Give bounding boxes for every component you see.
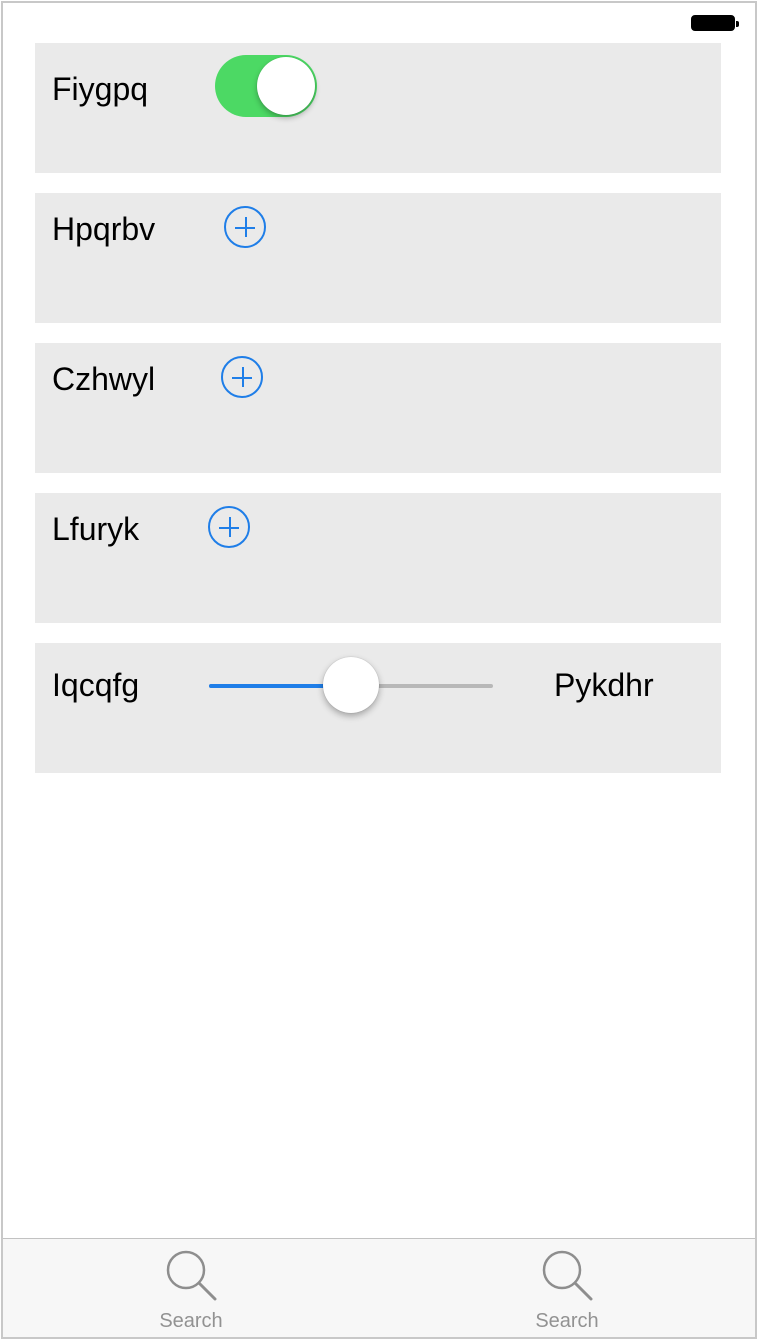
tab-search-1[interactable]: Search xyxy=(3,1239,379,1337)
tab-label: Search xyxy=(535,1310,599,1332)
battery-icon xyxy=(691,15,739,31)
tab-bar: Search Search xyxy=(3,1238,755,1337)
search-icon xyxy=(542,1250,593,1301)
add-button[interactable] xyxy=(221,356,263,398)
row-label: Lfuryk xyxy=(52,511,140,547)
status-bar xyxy=(3,3,755,43)
slider-right-label: Pykdhr xyxy=(554,667,654,703)
row-label: Fiygpq xyxy=(52,71,149,107)
settings-row-lfuryk: Lfuryk xyxy=(35,493,721,623)
slider-track[interactable] xyxy=(209,657,493,713)
app-window: Fiygpq Hpqrbv Czhwyl Lfuryk Iqcqfg Pykdh… xyxy=(1,1,757,1339)
toggle-switch[interactable] xyxy=(215,55,317,117)
settings-row-fiygpq: Fiygpq xyxy=(35,43,721,173)
row-label: Iqcqfg xyxy=(52,667,140,703)
settings-row-czhwyl: Czhwyl xyxy=(35,343,721,473)
tab-search-2[interactable]: Search xyxy=(379,1239,755,1337)
add-button[interactable] xyxy=(208,506,250,548)
tab-label: Search xyxy=(159,1310,223,1332)
add-button[interactable] xyxy=(224,206,266,248)
toggle-knob xyxy=(257,57,315,115)
row-label: Czhwyl xyxy=(52,361,156,397)
settings-row-hpqrbv: Hpqrbv xyxy=(35,193,721,323)
settings-row-iqcqfg: Iqcqfg Pykdhr xyxy=(35,643,721,773)
row-label: Hpqrbv xyxy=(52,211,156,247)
search-icon xyxy=(166,1250,217,1301)
slider-thumb[interactable] xyxy=(323,657,379,713)
